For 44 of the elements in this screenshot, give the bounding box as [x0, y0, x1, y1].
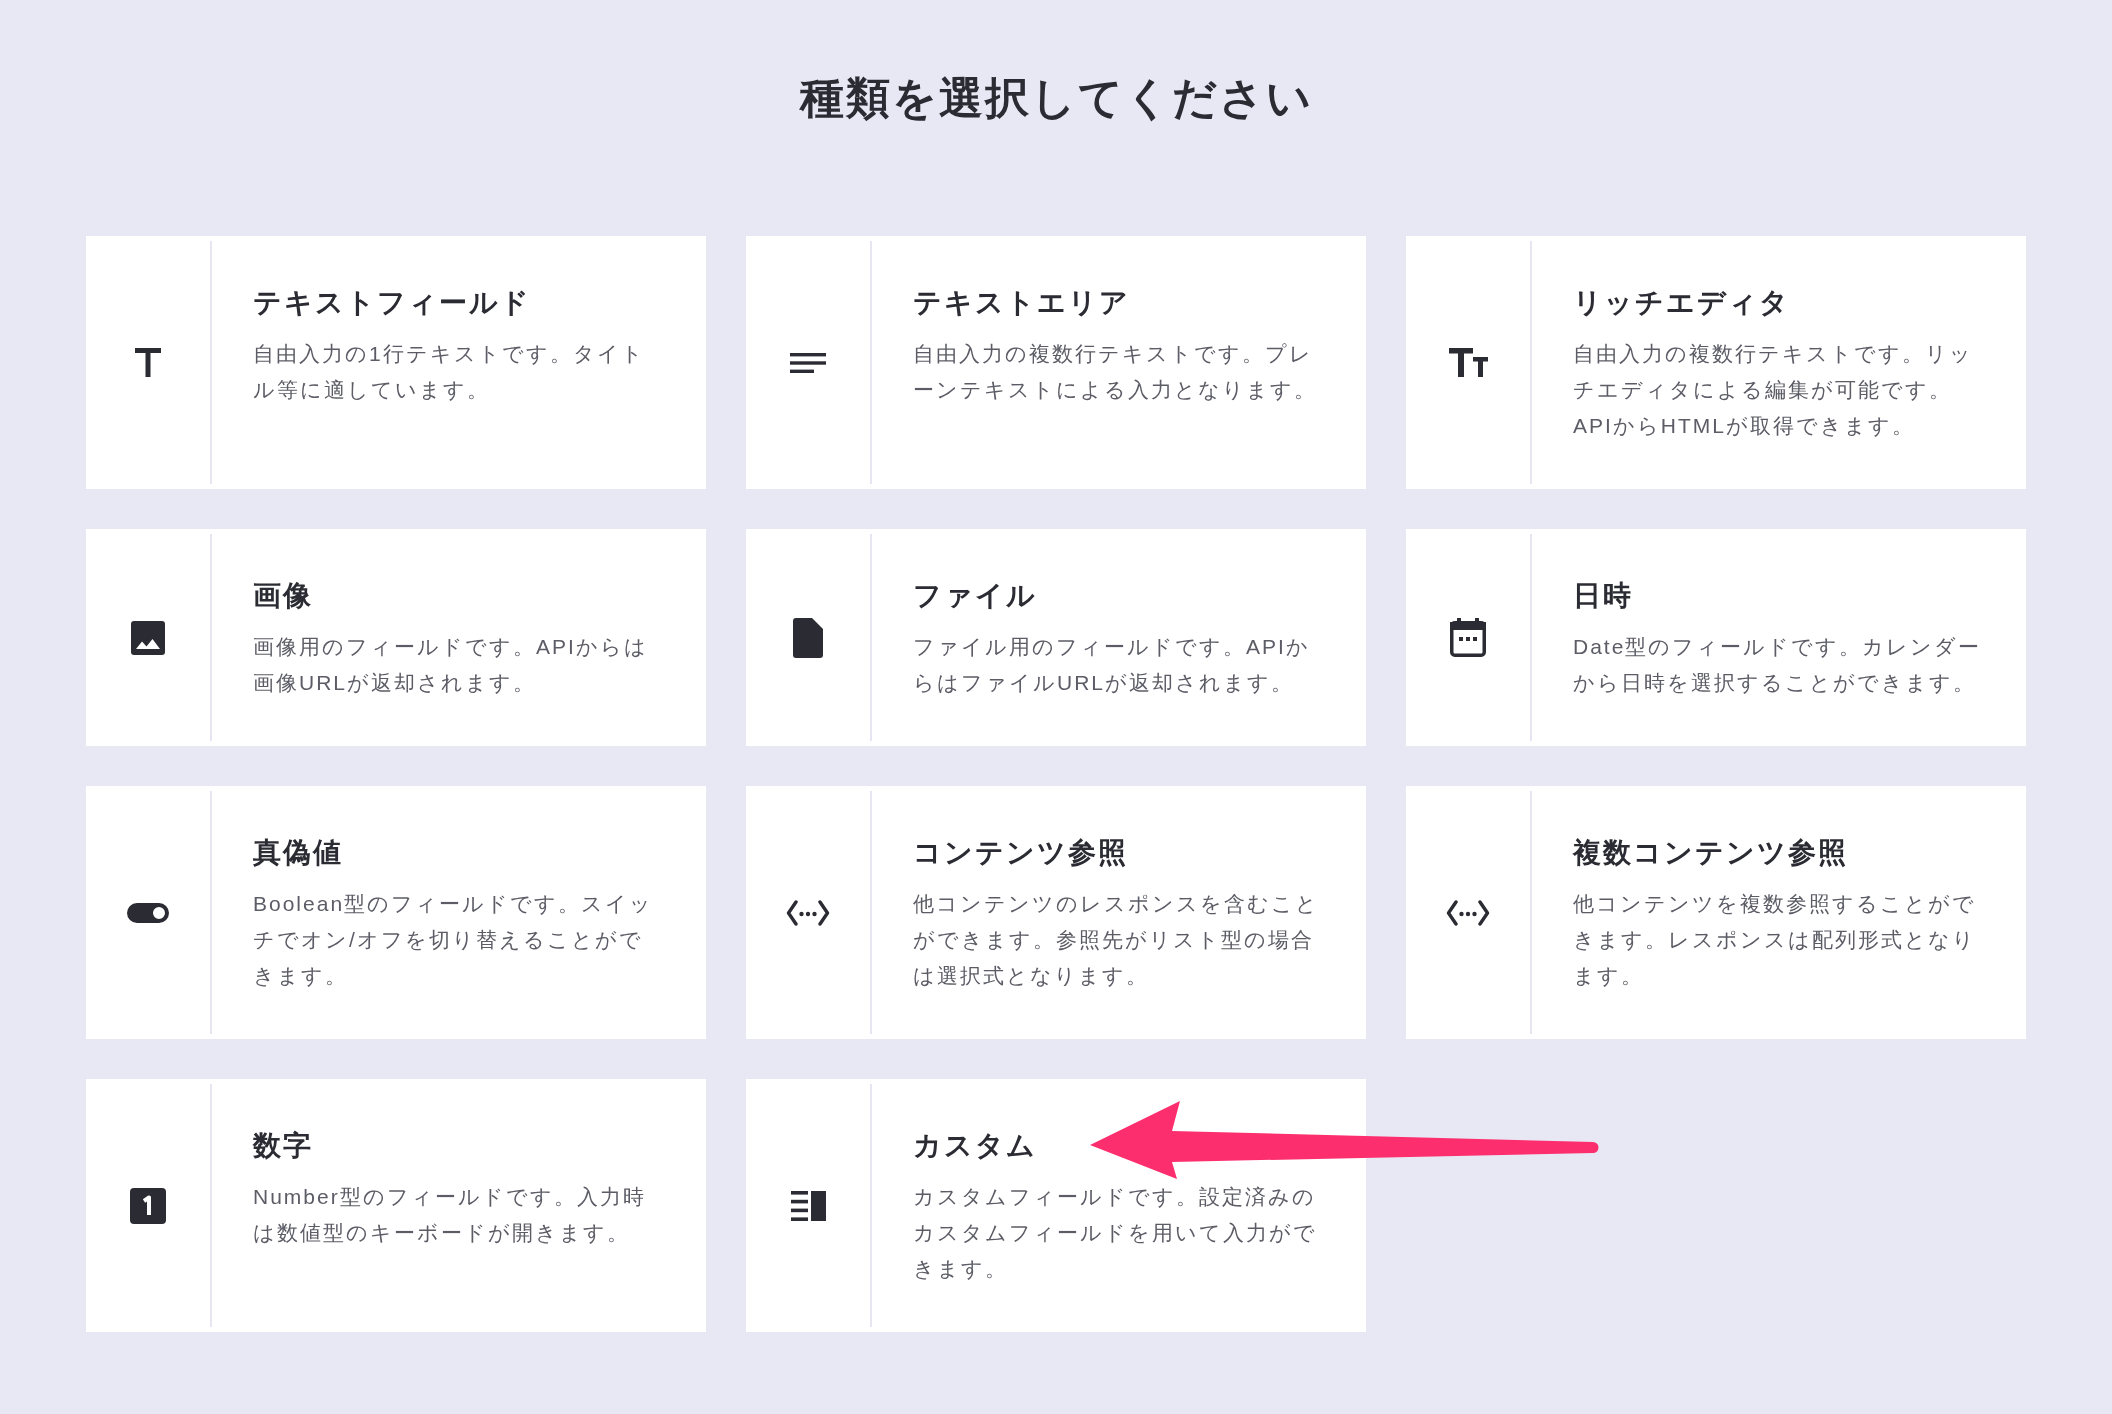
field-type-card[interactable]: 複数コンテンツ参照 他コンテンツを複数参照することができます。レスポンスは配列形式となります。 [1406, 786, 2026, 1039]
field-type-description: 自由入力の複数行テキストです。プレーンテキストによる入力となります。 [913, 341, 1318, 403]
field-type-card[interactable]: 真偽値 Boolean型のフィールドです。スイッチでオン/オフを切り替えることができます。 [86, 786, 706, 1039]
field-type-description: 自由入力の複数行テキストです。リッチエディタによる編集が可能です。APIからHTMLが取得できます。 [1573, 341, 1974, 439]
field-type-description: カスタムフィールドです。設定済みのカスタムフィールドを用いて入力ができます。 [913, 1184, 1318, 1282]
field-type-description: Number型のフィールドです。入力時は数値型のキーボードが開きます。 [253, 1184, 647, 1246]
text-icon [135, 348, 161, 377]
field-type-description: 自由入力の1行テキストです。タイトル等に適しています。 [253, 341, 646, 403]
field-type-title: 真偽値 [253, 836, 343, 870]
number-icon [130, 1187, 166, 1224]
toggle-icon [127, 902, 169, 923]
field-type-title: テキストフィールド [253, 286, 531, 320]
brackets-icon [786, 899, 830, 926]
field-type-description: ファイル用のフィールドです。APIからはファイルURLが返却されます。 [913, 634, 1311, 696]
file-icon [793, 617, 823, 658]
calendar-icon [1450, 618, 1486, 657]
field-type-description: 他コンテンツを複数参照することができます。レスポンスは配列形式となります。 [1573, 891, 1977, 989]
field-type-title: カスタム [913, 1129, 1037, 1163]
field-type-card[interactable]: ファイル ファイル用のフィールドです。APIからはファイルURLが返却されます。 [746, 529, 1366, 746]
field-type-card[interactable]: 画像 画像用のフィールドです。APIからは画像URLが返却されます。 [86, 529, 706, 746]
field-type-card[interactable]: コンテンツ参照 他コンテンツのレスポンスを含むことができます。参照先がリスト型の場合は選択式となります。 [746, 786, 1366, 1039]
field-type-card[interactable]: リッチエディタ 自由入力の複数行テキストです。リッチエディタによる編集が可能です。APIからHTMLが取得できます。 [1406, 236, 2026, 489]
brackets-icon [1446, 899, 1490, 926]
lines-icon [790, 352, 826, 373]
field-type-description: 画像用のフィールドです。APIからは画像URLが返却されます。 [253, 634, 649, 696]
field-type-card[interactable]: 数字 Number型のフィールドです。入力時は数値型のキーボードが開きます。 [86, 1079, 706, 1332]
field-type-title: 複数コンテンツ参照 [1573, 836, 1848, 870]
field-type-description: Boolean型のフィールドです。スイッチでオン/オフを切り替えることができます。 [253, 891, 655, 989]
field-type-card[interactable]: 日時 Date型のフィールドです。カレンダーから日時を選択することができます。 [1406, 529, 2026, 746]
field-type-title: ファイル [913, 579, 1037, 613]
field-type-card[interactable]: テキストフィールド 自由入力の1行テキストです。タイトル等に適しています。 [86, 236, 706, 489]
image-icon [131, 620, 165, 655]
field-type-card[interactable]: テキストエリア 自由入力の複数行テキストです。プレーンテキストによる入力となります。 [746, 236, 1366, 489]
field-type-description: Date型のフィールドです。カレンダーから日時を選択することができます。 [1573, 634, 1983, 696]
list-block-icon [790, 1190, 826, 1221]
field-type-title: 数字 [253, 1129, 313, 1163]
text-size-icon [1448, 348, 1488, 377]
field-type-description: 他コンテンツのレスポンスを含むことができます。参照先がリスト型の場合は選択式となります。 [913, 891, 1320, 989]
field-type-title: リッチエディタ [1573, 286, 1790, 320]
page-heading: 種類を選択してください [799, 72, 1313, 124]
field-type-title: コンテンツ参照 [913, 836, 1128, 870]
field-type-title: 日時 [1573, 579, 1633, 613]
field-type-title: 画像 [253, 579, 313, 613]
field-type-title: テキストエリア [913, 286, 1130, 320]
